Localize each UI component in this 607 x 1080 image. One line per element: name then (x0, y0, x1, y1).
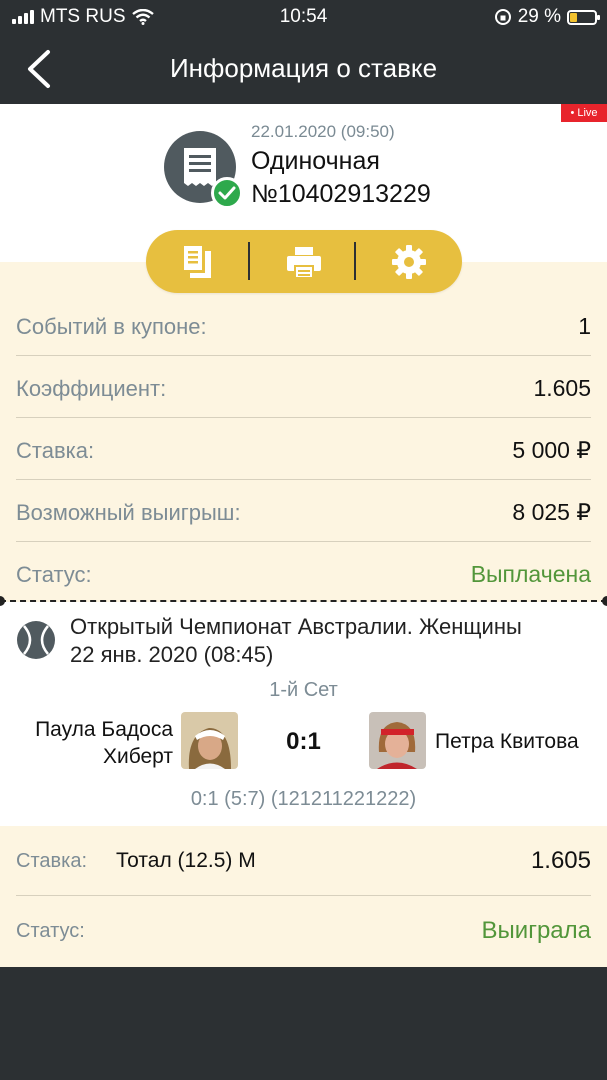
detail-value: 1 (578, 313, 591, 339)
detail-label: Событий в купоне: (16, 314, 207, 339)
event-card: Открытый Чемпионат Австралии. Женщины 22… (0, 602, 607, 826)
bet-details: Событий в купоне: 1 Коэффициент: 1.605 С… (0, 262, 607, 602)
status-right: 29 % (494, 6, 600, 28)
status-value: Выплачена (470, 561, 591, 587)
bet-selection: Ставка: Тотал (12.5) М 1.605 Статус: Выи… (0, 826, 607, 967)
detail-value: 5 000 ₽ (512, 437, 591, 463)
detail-row-odds: Коэффициент: 1.605 (16, 356, 591, 418)
bet-type: Одиночная (251, 147, 380, 175)
orientation-lock-icon (494, 9, 511, 25)
detail-row-potential-win: Возможный выигрыш: 8 025 ₽ (16, 480, 591, 542)
divider-dot (602, 596, 607, 606)
detail-label: Коэффициент: (16, 376, 167, 401)
player2-avatar (369, 712, 426, 769)
detail-value: 1.605 (533, 375, 591, 401)
set-label: 1-й Сет (269, 679, 338, 701)
detail-value: 8 025 ₽ (512, 499, 591, 525)
nav-bar: Информация о ставке (0, 34, 607, 104)
gear-icon[interactable] (389, 242, 429, 282)
action-toolbar (146, 230, 462, 293)
battery-percent: 29 % (517, 6, 561, 27)
coupon-divider (0, 600, 607, 602)
detail-row-stake: Ставка: 5 000 ₽ (16, 418, 591, 480)
toolbar-divider (354, 242, 356, 280)
bet-row-market: Ставка: Тотал (12.5) М 1.605 (16, 826, 591, 896)
bet-row-status: Статус: Выиграла (16, 896, 591, 966)
check-icon (211, 177, 243, 209)
live-badge: • Live (561, 104, 607, 122)
selection-status: Выиграла (481, 917, 591, 944)
player2-name: Петра Квитова (435, 730, 579, 753)
detail-row-status: Статус: Выплачена (16, 542, 591, 604)
event-date: 22 янв. 2020 (08:45) (70, 642, 274, 667)
market-name: Тотал (12.5) М (116, 849, 256, 872)
page-title: Информация о ставке (169, 53, 438, 83)
status-bar: MTS RUS 10:54 29 % (0, 0, 607, 34)
score-detail: 0:1 (5:7) (121211221222) (190, 788, 417, 810)
tournament-name: Открытый Чемпионат Австралии. Женщины (70, 614, 522, 639)
detail-label: Статус: (16, 562, 92, 587)
detail-row-events: Событий в купоне: 1 (16, 294, 591, 356)
detail-label: Возможный выигрыш: (16, 500, 241, 525)
selection-odds: 1.605 (530, 847, 591, 874)
stake-label: Ставка: (16, 850, 87, 872)
print-icon[interactable] (284, 242, 324, 282)
bet-number: №10402913229 (251, 180, 431, 208)
copy-document-icon[interactable] (178, 242, 218, 282)
status-label: Статус: (16, 920, 85, 942)
battery-icon (567, 9, 600, 25)
toolbar-divider (248, 242, 250, 280)
detail-label: Ставка: (16, 438, 95, 463)
bet-date: 22.01.2020 (09:50) (251, 122, 395, 141)
tennis-ball-icon (17, 621, 55, 659)
